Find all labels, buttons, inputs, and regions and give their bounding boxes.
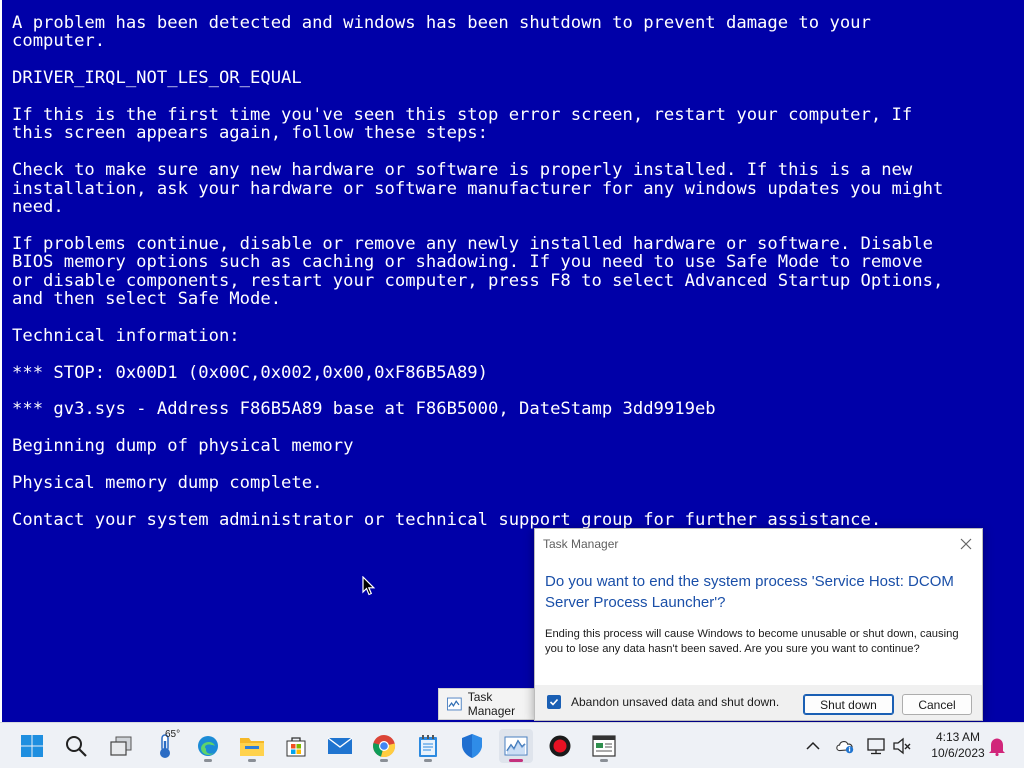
bsod-line [12, 456, 1018, 474]
bsod-line: computer. [12, 31, 106, 52]
edge-icon [198, 736, 218, 756]
bsod-line [12, 51, 1018, 69]
bsod-line: this screen appears again, follow these … [12, 123, 488, 144]
notepad-icon [419, 735, 437, 757]
network-icon [867, 738, 885, 755]
onedrive-tray-button[interactable] [835, 736, 855, 756]
taskbar-recorder[interactable] [543, 729, 577, 763]
bsod-line: need. [12, 197, 64, 218]
running-indicator [380, 759, 388, 762]
chevron-up-icon [806, 741, 820, 750]
bsod-text: A problem has been detected and windows … [12, 13, 1018, 530]
bsod-line [12, 216, 1018, 234]
file-explorer-icon [240, 738, 264, 756]
bsod-line: or disable components, restart your comp… [12, 270, 944, 291]
cancel-button[interactable]: Cancel [902, 694, 972, 715]
volume-tray-button[interactable] [892, 736, 912, 756]
bsod-line: Beginning dump of physical memory [12, 436, 354, 457]
shield-icon [462, 734, 482, 758]
bsod-line: Check to make sure any new hardware or s… [12, 160, 913, 181]
search-button[interactable] [59, 729, 93, 763]
bsod-line: Contact your system administrator or tec… [12, 509, 882, 530]
store-icon [286, 737, 306, 757]
taskbar-spreadsheet[interactable] [587, 729, 621, 763]
bell-icon [989, 738, 1005, 756]
start-button[interactable] [15, 729, 49, 763]
bsod-line: DRIVER_IRQL_NOT_LES_OR_EQUAL [12, 68, 302, 89]
task-manager-mini-icon [447, 697, 462, 711]
abandon-data-checkbox-label[interactable]: Abandon unsaved data and shut down. [571, 695, 779, 709]
close-icon[interactable] [956, 534, 976, 554]
active-indicator [509, 759, 523, 762]
record-icon [549, 735, 571, 757]
bsod-line [12, 492, 1018, 510]
taskbar-defender[interactable] [455, 729, 489, 763]
taskbar-chrome[interactable] [367, 729, 401, 763]
bsod-line: Technical information: [12, 325, 240, 346]
chrome-icon [373, 735, 396, 758]
bsod-line: and then select Safe Mode. [12, 289, 282, 310]
running-indicator [204, 759, 212, 762]
taskbar-file-explorer[interactable] [235, 729, 269, 763]
task-view-icon [110, 736, 132, 756]
clock-time: 4:13 AM [935, 730, 981, 744]
running-indicator [424, 759, 432, 762]
bsod-line: If problems continue, disable or remove … [12, 233, 933, 254]
search-icon [66, 736, 87, 757]
taskbar-store[interactable] [279, 729, 313, 763]
show-hidden-icons-button[interactable] [803, 736, 823, 756]
shut-down-button[interactable]: Shut down [803, 694, 894, 715]
bsod-line [12, 308, 1018, 326]
taskbar-clock[interactable]: 4:13 AM 10/6/2023 [918, 729, 998, 761]
task-manager-confirm-dialog: Task Manager Do you want to end the syst… [534, 528, 983, 721]
bsod-line [12, 143, 1018, 161]
bsod-line: *** gv3.sys - Address F86B5A89 base at F… [12, 399, 716, 420]
taskbar-mail[interactable] [323, 729, 357, 763]
taskbar-task-manager[interactable] [499, 729, 533, 763]
clock-date: 10/6/2023 [931, 746, 985, 760]
task-manager-icon [504, 736, 528, 756]
bsod-line: Physical memory dump complete. [12, 473, 323, 494]
bsod-line [12, 88, 1018, 106]
bsod-line: If this is the first time you've seen th… [12, 105, 913, 125]
bsod-line: BIOS memory options such as caching or s… [12, 252, 923, 273]
mail-icon [327, 737, 353, 754]
taskbar-notepad[interactable] [411, 729, 445, 763]
task-manager-taskbar-preview[interactable]: Task Manager [438, 688, 538, 720]
bsod-line [12, 345, 1018, 363]
weather-temperature: 65° [165, 729, 181, 740]
running-indicator [600, 759, 608, 762]
running-indicator [248, 759, 256, 762]
bsod-line: A problem has been detected and windows … [12, 13, 871, 33]
dialog-message: Ending this process will cause Windows t… [545, 628, 959, 655]
volume-muted-icon [893, 737, 911, 755]
bsod-line [12, 382, 1018, 400]
dialog-footer: Abandon unsaved data and shut down. Shut… [535, 685, 982, 720]
bsod-line [12, 419, 1018, 437]
taskbar-edge[interactable] [191, 729, 225, 763]
bsod-line: installation, ask your hardware or softw… [12, 178, 944, 199]
cloud-icon [836, 741, 854, 754]
taskbar: 65° 4:13 AM 10/6/2023 [0, 722, 1024, 768]
dialog-question: Do you want to end the system process 'S… [545, 573, 954, 611]
weather-widget[interactable]: 65° [148, 729, 182, 763]
windows-start-icon [21, 735, 43, 757]
abandon-data-checkbox[interactable] [547, 695, 561, 709]
mouse-cursor-icon [362, 576, 376, 596]
network-tray-button[interactable] [866, 736, 886, 756]
notifications-button[interactable] [987, 736, 1007, 756]
dialog-title: Task Manager [543, 537, 619, 551]
checkmark-icon [549, 698, 559, 706]
bsod-line: *** STOP: 0x00D1 (0x00C,0x002,0x00,0xF86… [12, 362, 488, 383]
spreadsheet-icon [592, 735, 616, 757]
task-view-button[interactable] [104, 729, 138, 763]
task-manager-preview-label: Task Manager [467, 690, 516, 718]
